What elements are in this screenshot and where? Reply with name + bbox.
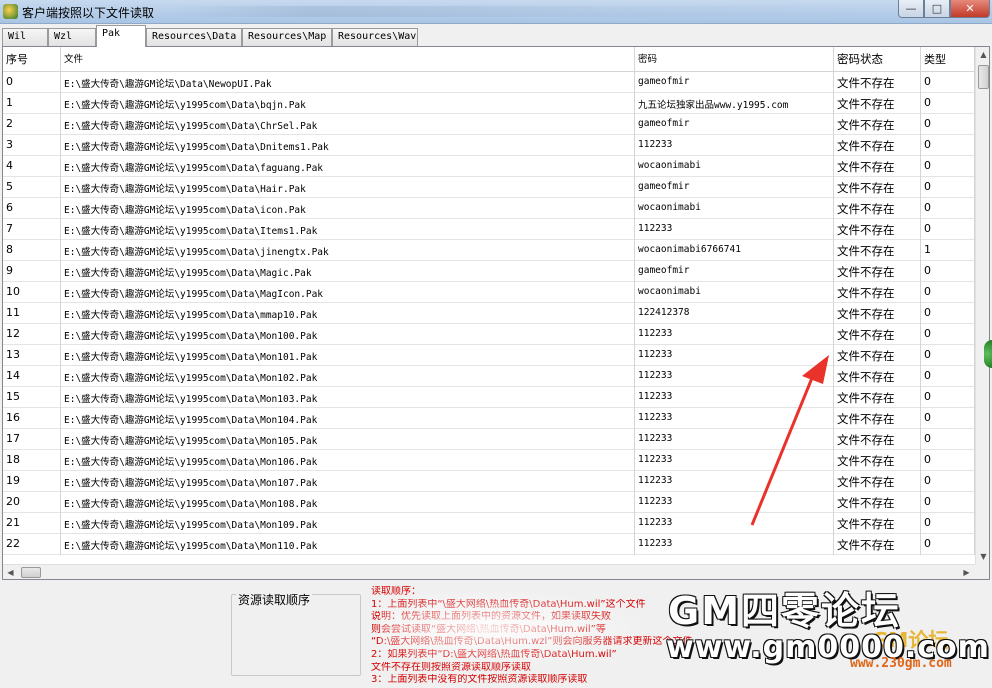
- arrow-shaft: [750, 377, 814, 526]
- annotation-arrow: [750, 355, 829, 526]
- arrow-head-icon: [802, 355, 829, 384]
- tab-pak[interactable]: Pak: [96, 25, 146, 47]
